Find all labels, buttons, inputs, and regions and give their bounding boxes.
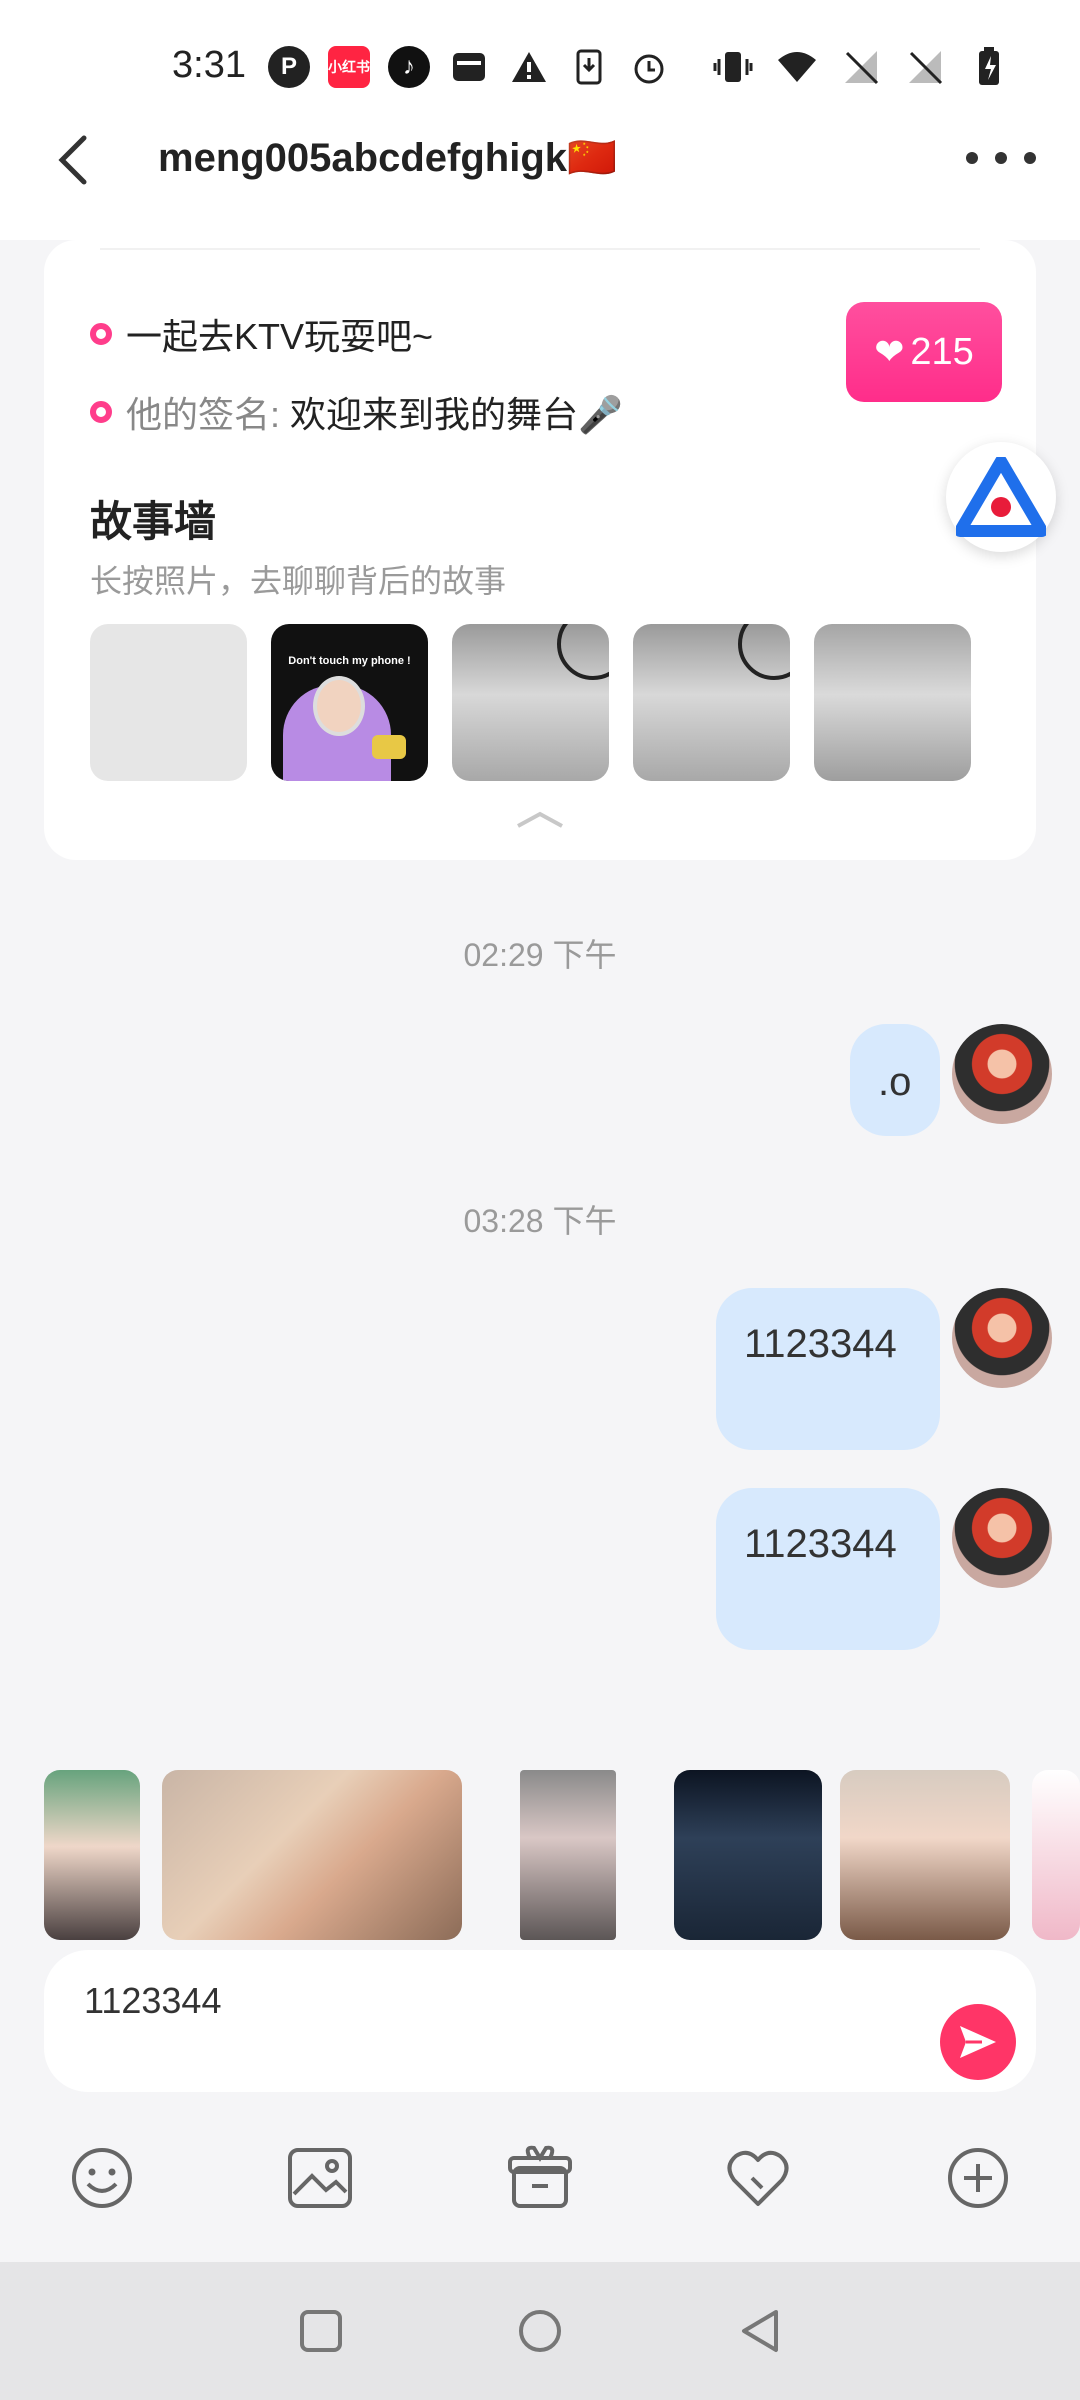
notification-icons: P 小红书 ♪ xyxy=(268,46,670,88)
story-thumbnail[interactable] xyxy=(90,624,247,781)
story-thumbnails: Don't touch my phone ! xyxy=(90,624,971,781)
cartoon-head xyxy=(313,676,365,736)
message-timestamp: 02:29 下午 xyxy=(463,937,617,973)
battery-charging-icon xyxy=(968,46,1010,88)
profile-signature: 他的签名: 欢迎来到我的舞台🎤 xyxy=(90,386,623,438)
wifi-icon xyxy=(776,46,818,88)
message-bubble[interactable]: .o xyxy=(850,1024,940,1136)
likes-count: 215 xyxy=(910,330,974,373)
signature-label: 他的签名: xyxy=(126,394,281,435)
heart-chat-icon[interactable] xyxy=(722,2142,794,2214)
no-signal-icon xyxy=(840,46,882,88)
home-icon[interactable] xyxy=(515,2306,565,2356)
more-options-button[interactable] xyxy=(966,128,1036,188)
system-icons xyxy=(712,46,1010,88)
gift-icon[interactable] xyxy=(504,2142,576,2214)
status-bar: 3:31 P 小红书 ♪ xyxy=(0,0,1080,110)
profile-card: 一起去KTV玩耍吧~ 他的签名: 欢迎来到我的舞台🎤 ❤ 215 故事墙 长按照… xyxy=(44,240,1036,860)
story-thumbnail[interactable] xyxy=(452,624,609,781)
gif-suggestion[interactable] xyxy=(44,1770,140,1940)
chat-screen: { "status_bar": { "time": "3:31", "left_… xyxy=(0,0,1080,2400)
likes-button[interactable]: ❤ 215 xyxy=(846,302,1002,402)
xiaohongshu-icon: 小红书 xyxy=(328,46,370,88)
more-dot-icon xyxy=(966,152,978,164)
page-title: meng005abcdefghigk🇨🇳 xyxy=(158,136,617,180)
message-input[interactable]: 1123344 xyxy=(44,1950,1036,2092)
image-icon[interactable] xyxy=(284,2142,356,2214)
warning-icon xyxy=(508,46,550,88)
tiktok-icon: ♪ xyxy=(388,46,430,88)
more-dot-icon xyxy=(1024,152,1036,164)
bullet-ring-icon xyxy=(90,323,112,345)
avatar[interactable] xyxy=(952,1024,1052,1124)
vibrate-icon xyxy=(712,46,754,88)
thumbnail-caption: Don't touch my phone ! xyxy=(288,655,411,667)
gif-suggestion[interactable] xyxy=(162,1770,462,1940)
back-button[interactable] xyxy=(56,110,116,210)
bullet-ring-icon xyxy=(90,401,112,423)
emoji-icon[interactable] xyxy=(66,2142,138,2214)
double-heart-icon: ❤ xyxy=(874,331,905,372)
gif-suggestion[interactable] xyxy=(674,1770,822,1940)
no-signal-icon xyxy=(904,46,946,88)
message-bubble[interactable]: 1123344 xyxy=(716,1488,940,1650)
collapse-chevron-icon[interactable] xyxy=(514,810,566,830)
pinterest-like-icon: P xyxy=(268,46,310,88)
download-icon xyxy=(568,46,610,88)
message-bubble[interactable]: 1123344 xyxy=(716,1288,940,1450)
status-time: 3:31 xyxy=(172,44,246,86)
signature-value: 欢迎来到我的舞台🎤 xyxy=(290,394,623,435)
water-gun xyxy=(372,735,406,759)
gif-suggestion[interactable] xyxy=(520,1770,616,1940)
more-dot-icon xyxy=(995,152,1007,164)
gif-suggestion[interactable] xyxy=(840,1770,1010,1940)
story-wall-hint: 长按照片，去聊聊背后的故事 xyxy=(90,563,507,599)
back-nav-icon[interactable] xyxy=(736,2306,786,2356)
intro-text: 一起去KTV玩耍吧~ xyxy=(126,316,434,357)
archive-icon xyxy=(448,46,490,88)
recent-apps-icon[interactable] xyxy=(296,2306,346,2356)
card-divider xyxy=(100,248,980,250)
profile-intro: 一起去KTV玩耍吧~ xyxy=(90,308,433,360)
send-button[interactable] xyxy=(940,2004,1016,2080)
story-thumbnail[interactable]: Don't touch my phone ! xyxy=(271,624,428,781)
message-timestamp: 03:28 下午 xyxy=(463,1203,617,1239)
send-icon xyxy=(960,2026,996,2058)
gif-suggestions xyxy=(44,1770,1080,1940)
plus-icon[interactable] xyxy=(942,2142,1014,2214)
assistant-logo-icon xyxy=(956,457,1046,537)
avatar[interactable] xyxy=(952,1288,1052,1388)
chat-toolbar xyxy=(0,2110,1080,2260)
avatar[interactable] xyxy=(952,1488,1052,1588)
floating-assistant-button[interactable] xyxy=(946,442,1056,552)
story-wall-title: 故事墙 xyxy=(90,498,217,545)
chevron-left-icon xyxy=(58,135,87,185)
alarm-icon xyxy=(628,46,670,88)
message-input-text[interactable]: 1123344 xyxy=(84,1980,221,2022)
story-thumbnail[interactable] xyxy=(633,624,790,781)
chat-header: meng005abcdefghigk🇨🇳 xyxy=(0,110,1080,240)
story-thumbnail[interactable] xyxy=(814,624,971,781)
system-navigation-bar xyxy=(0,2262,1080,2400)
gif-suggestion[interactable] xyxy=(1032,1770,1080,1940)
